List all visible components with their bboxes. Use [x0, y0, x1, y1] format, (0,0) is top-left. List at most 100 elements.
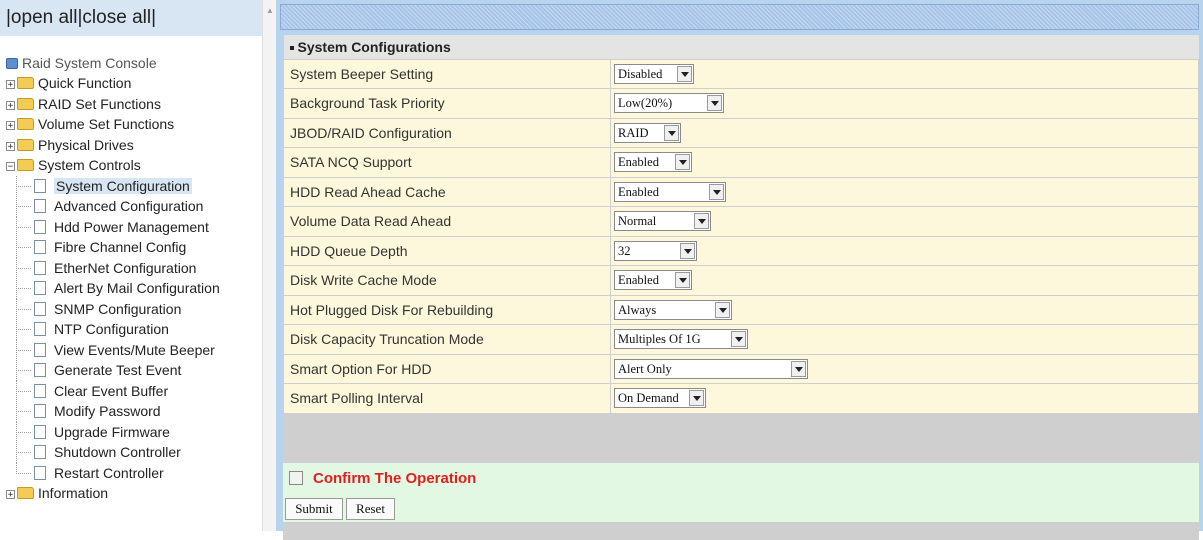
dropdown-arrow-icon[interactable] — [694, 213, 709, 230]
nav-scrollbar[interactable]: ▲ — [262, 0, 276, 531]
scroll-up-icon[interactable]: ▲ — [266, 6, 274, 15]
expand-icon[interactable]: + — [6, 490, 15, 500]
sidebar-item[interactable]: Shutdown Controller — [6, 442, 220, 463]
dropdown-arrow-icon[interactable] — [689, 390, 704, 407]
sidebar-item-label[interactable]: SNMP Configuration — [54, 301, 181, 317]
dropdown-arrow-icon[interactable] — [675, 154, 690, 171]
sidebar-item-label[interactable]: Alert By Mail Configuration — [54, 280, 220, 296]
setting-row: Smart Option For HDD Alert Only — [283, 353, 1199, 384]
folder-raid-set-functions[interactable]: + RAID Set Functions — [6, 94, 220, 115]
sidebar-item-label[interactable]: Clear Event Buffer — [54, 383, 168, 399]
folder-quick-function[interactable]: + Quick Function — [6, 73, 220, 94]
sidebar-item[interactable]: Fibre Channel Config — [6, 237, 220, 258]
page-icon — [34, 219, 46, 234]
folder-volume-set-functions[interactable]: + Volume Set Functions — [6, 114, 220, 135]
folder-label[interactable]: System Controls — [38, 157, 141, 173]
setting-select-value: Normal — [618, 214, 657, 229]
folder-physical-drives[interactable]: + Physical Drives — [6, 135, 220, 156]
setting-select[interactable]: Enabled — [614, 270, 692, 291]
sidebar-item-label[interactable]: Fibre Channel Config — [54, 239, 186, 255]
dropdown-arrow-icon[interactable] — [677, 65, 692, 82]
setting-select-value: Low(20%) — [618, 96, 673, 111]
sidebar-item[interactable]: Hdd Power Management — [6, 216, 220, 238]
page-icon — [34, 301, 46, 316]
setting-select[interactable]: RAID — [614, 122, 681, 143]
sidebar-item[interactable]: Clear Event Buffer — [6, 380, 220, 402]
sidebar-item-label[interactable]: Restart Controller — [54, 465, 164, 481]
dropdown-arrow-icon[interactable] — [707, 95, 722, 112]
tree-line — [16, 247, 17, 258]
header-band — [280, 4, 1199, 30]
dropdown-arrow-icon[interactable] — [709, 183, 724, 200]
collapse-icon[interactable]: − — [6, 162, 15, 172]
sidebar-item[interactable]: NTP Configuration — [6, 319, 220, 340]
dropdown-arrow-icon[interactable] — [715, 301, 730, 318]
setting-value-cell: 32 — [610, 235, 1199, 266]
sidebar-item-label[interactable]: Modify Password — [54, 403, 161, 419]
setting-select-value: Alert Only — [618, 361, 672, 376]
expand-icon[interactable]: + — [6, 100, 15, 110]
close-all-link[interactable]: |close all| — [78, 7, 157, 28]
folder-system-controls[interactable]: − System Controls — [6, 155, 220, 176]
confirm-row: Confirm The Operation — [283, 463, 1199, 496]
setting-select[interactable]: Enabled — [614, 181, 726, 202]
folder-label[interactable]: Volume Set Functions — [38, 116, 174, 132]
open-all-link[interactable]: |open all — [6, 7, 78, 28]
sidebar-item-label[interactable]: Upgrade Firmware — [54, 424, 170, 440]
folder-icon — [17, 97, 34, 110]
sidebar-item[interactable]: Alert By Mail Configuration — [6, 278, 220, 299]
sidebar-item[interactable]: Modify Password — [6, 401, 220, 422]
setting-row: HDD Queue Depth 32 — [283, 235, 1199, 266]
sidebar-item[interactable]: EtherNet Configuration — [6, 257, 220, 279]
dropdown-arrow-icon[interactable] — [680, 242, 695, 259]
sidebar-item-label[interactable]: Hdd Power Management — [54, 219, 209, 235]
sidebar-item-label[interactable]: Shutdown Controller — [54, 444, 181, 460]
confirm-label[interactable]: Confirm The Operation — [313, 470, 476, 487]
dropdown-arrow-icon[interactable] — [731, 331, 746, 348]
setting-select[interactable]: Normal — [614, 211, 711, 232]
folder-label[interactable]: RAID Set Functions — [38, 96, 161, 112]
sidebar-item[interactable]: Advanced Configuration — [6, 196, 220, 217]
setting-select[interactable]: Multiples Of 1G — [614, 329, 748, 350]
sidebar-item-label[interactable]: NTP Configuration — [54, 321, 169, 337]
folder-label[interactable]: Information — [38, 485, 108, 501]
tree-line — [16, 329, 17, 340]
sidebar-item[interactable]: Restart Controller — [6, 462, 220, 484]
reset-button[interactable]: Reset — [346, 498, 395, 520]
setting-select[interactable]: Enabled — [614, 152, 692, 173]
sidebar-item-label[interactable]: View Events/Mute Beeper — [54, 342, 215, 358]
sidebar-item[interactable]: Generate Test Event — [6, 360, 220, 381]
sidebar-item[interactable]: SNMP Configuration — [6, 298, 220, 320]
sidebar-item-label[interactable]: System Configuration — [54, 177, 192, 194]
setting-value-cell: Alert Only — [610, 353, 1199, 384]
setting-select[interactable]: On Demand — [614, 388, 706, 409]
folder-label[interactable]: Physical Drives — [38, 137, 134, 153]
setting-select[interactable]: Disabled — [614, 63, 694, 84]
sidebar-item-label[interactable]: Generate Test Event — [54, 362, 181, 378]
dropdown-arrow-icon[interactable] — [664, 124, 679, 141]
sidebar-item-label[interactable]: EtherNet Configuration — [54, 260, 196, 276]
setting-select[interactable]: Alert Only — [614, 358, 808, 379]
expand-icon[interactable]: + — [6, 141, 15, 151]
tree-line — [16, 185, 17, 197]
setting-select[interactable]: Low(20%) — [614, 93, 724, 114]
expand-icon[interactable]: + — [6, 121, 15, 131]
setting-select-value: Always — [618, 302, 657, 317]
sidebar-item[interactable]: View Events/Mute Beeper — [6, 339, 220, 361]
sidebar-item[interactable]: System Configuration — [6, 175, 220, 197]
submit-button[interactable]: Submit — [285, 498, 343, 520]
expand-icon[interactable]: + — [6, 80, 15, 90]
setting-label: Volume Data Read Ahead — [283, 206, 611, 237]
folder-label[interactable]: Quick Function — [38, 75, 131, 91]
sidebar-item-label[interactable]: Advanced Configuration — [54, 198, 203, 214]
tree-line — [16, 339, 31, 351]
dropdown-arrow-icon[interactable] — [675, 272, 690, 289]
confirm-checkbox[interactable] — [289, 471, 303, 485]
setting-select[interactable]: Always — [614, 299, 732, 320]
setting-select[interactable]: 32 — [614, 240, 697, 261]
page-icon — [34, 404, 46, 418]
setting-row: JBOD/RAID Configuration RAID — [283, 117, 1199, 148]
folder-information[interactable]: + Information — [6, 483, 220, 504]
sidebar-item[interactable]: Upgrade Firmware — [6, 421, 220, 443]
dropdown-arrow-icon[interactable] — [791, 360, 806, 377]
